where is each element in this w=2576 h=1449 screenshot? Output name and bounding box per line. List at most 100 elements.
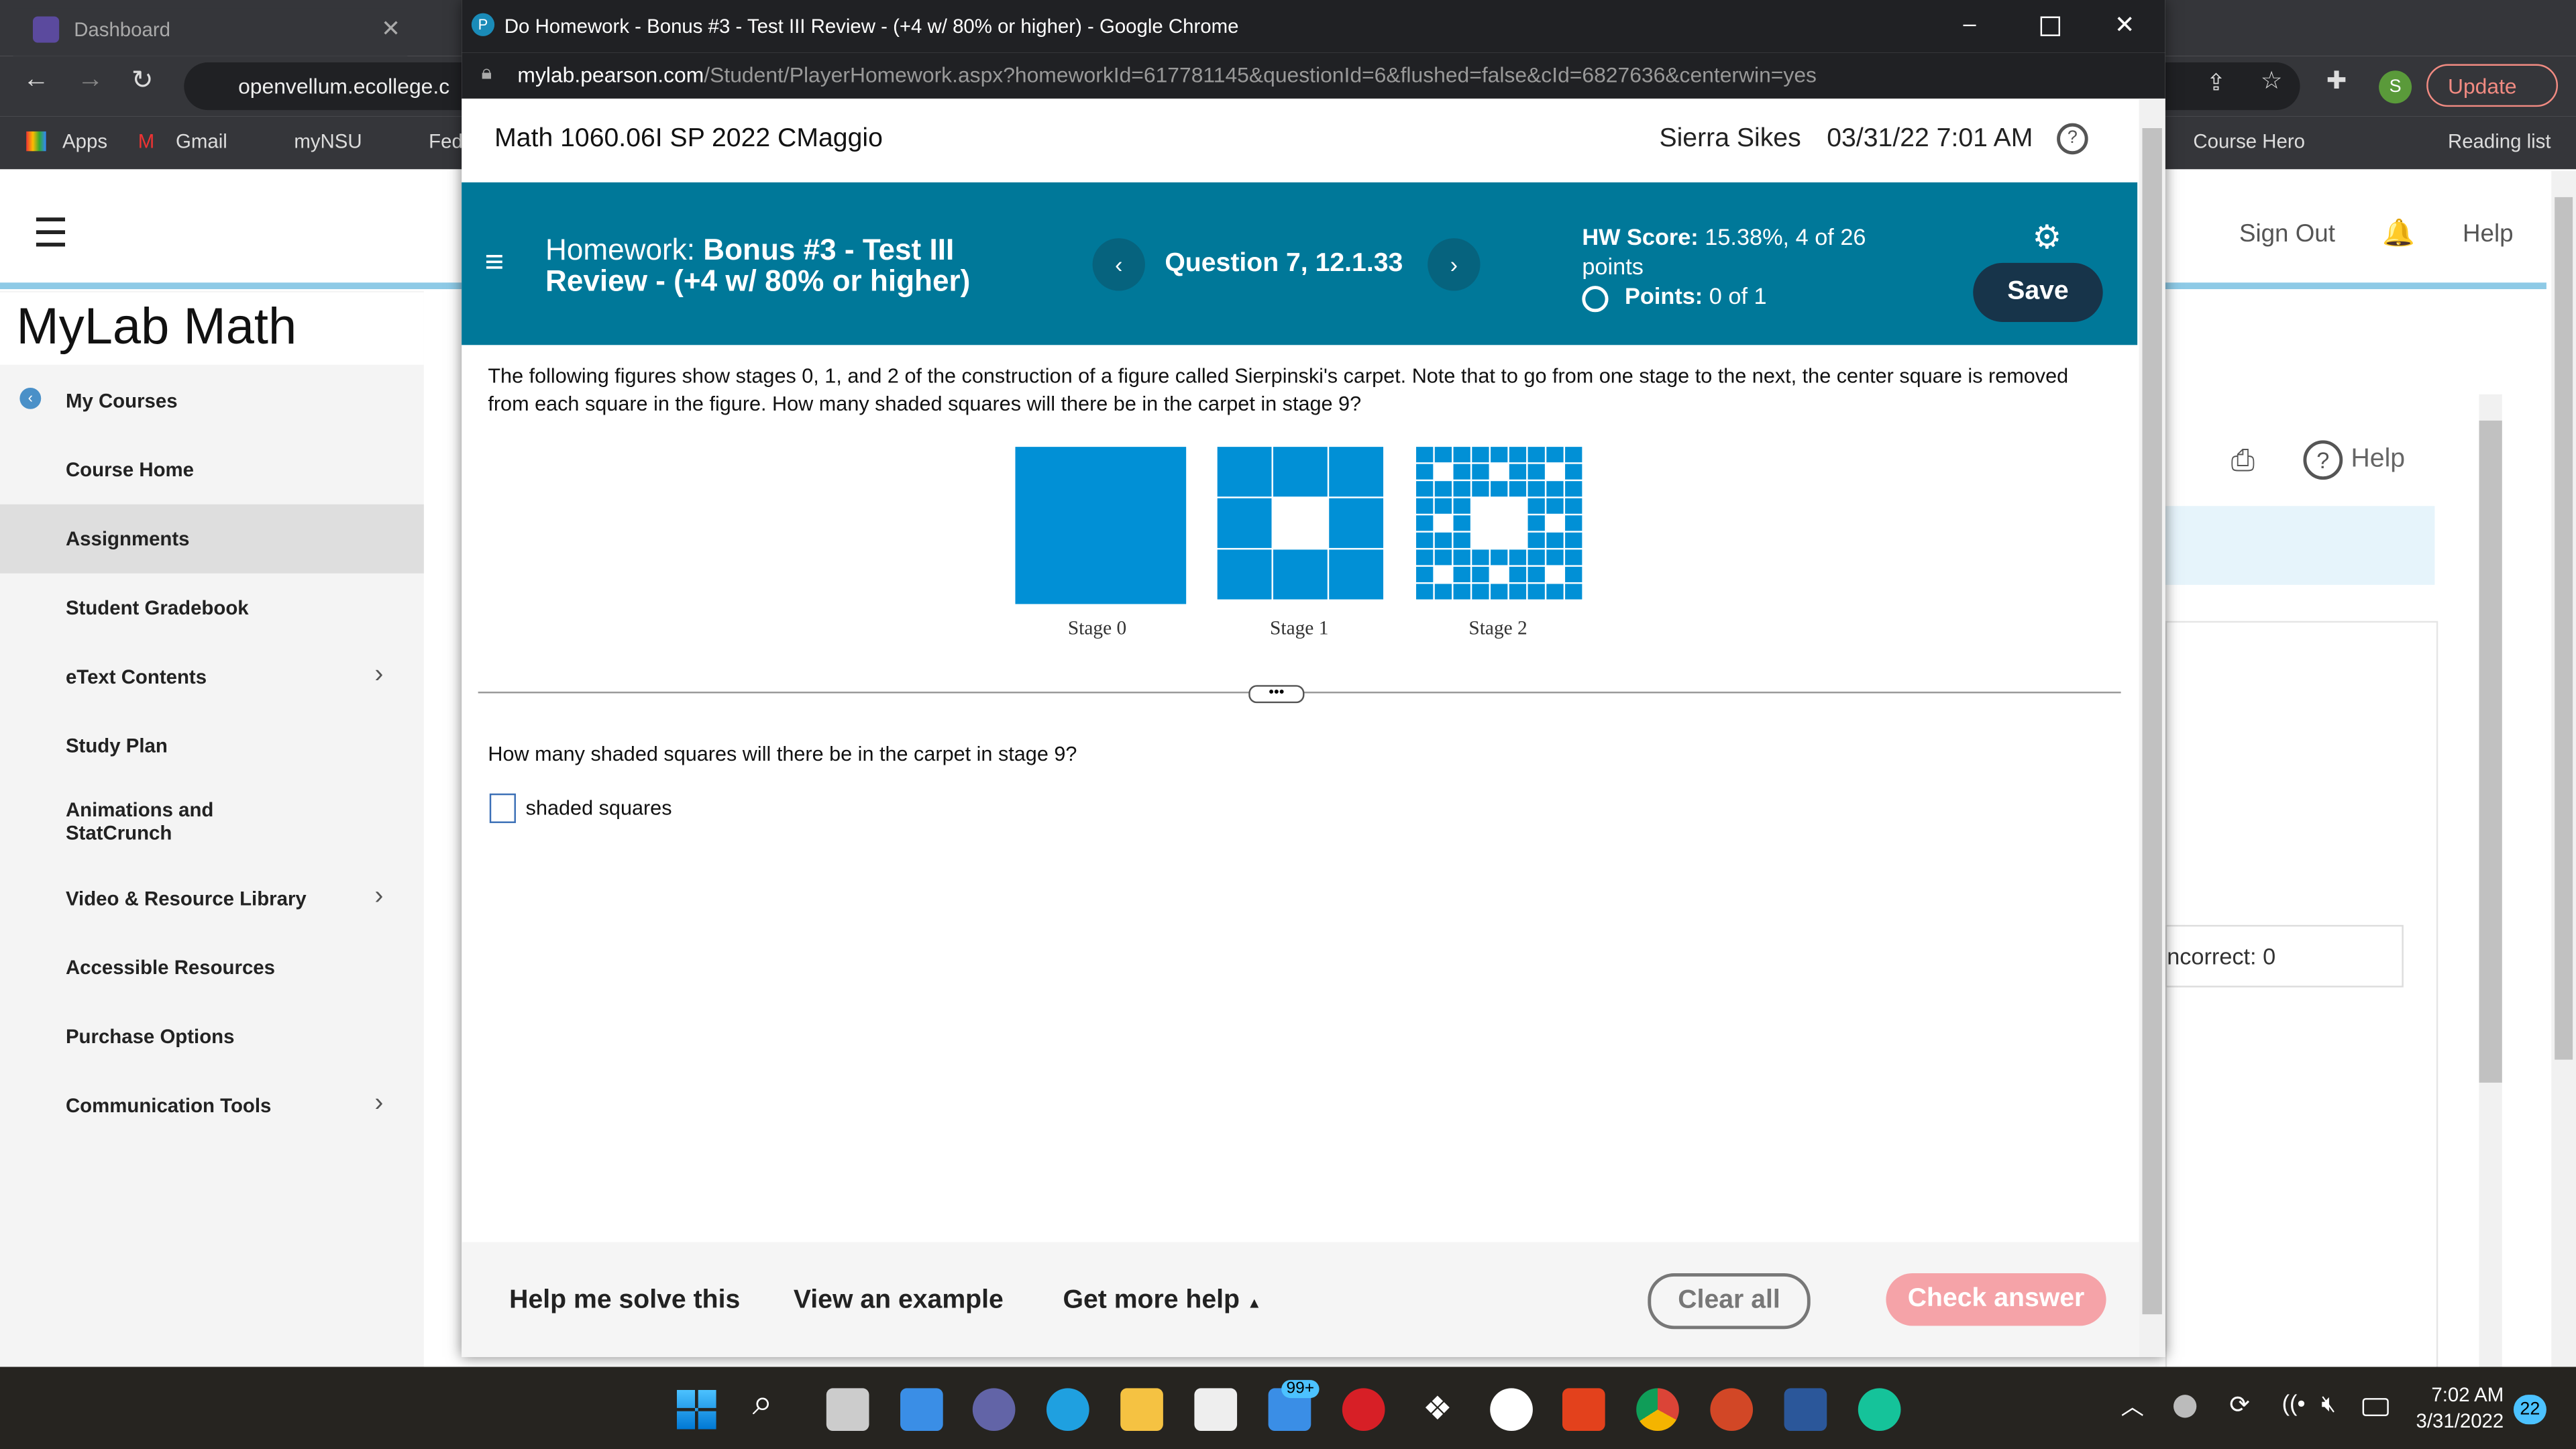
sidebar-item-purchase[interactable]: Purchase Options xyxy=(66,1025,235,1048)
back-circle-icon: ‹ xyxy=(19,387,42,409)
stage-2-square xyxy=(1453,584,1470,600)
search-icon[interactable]: ⌕ xyxy=(753,1382,773,1425)
back-icon[interactable]: ← xyxy=(23,66,49,95)
stage-2-square xyxy=(1416,498,1434,514)
chrome-icon[interactable] xyxy=(1636,1388,1679,1432)
view-example-button[interactable]: View an example xyxy=(794,1287,1004,1316)
battery-icon[interactable] xyxy=(2362,1398,2389,1417)
bell-icon[interactable]: 🔔 xyxy=(2382,217,2415,250)
sidebar-item-my-courses[interactable]: My Courses xyxy=(66,389,178,412)
print-icon[interactable]: ⎙ xyxy=(2231,443,2255,478)
sidebar-item-communication[interactable]: Communication Tools xyxy=(66,1094,271,1117)
page-scrollbar[interactable] xyxy=(2479,394,2502,1367)
bookmark-fed[interactable]: Fed xyxy=(429,129,463,152)
help-me-solve-button[interactable]: Help me solve this xyxy=(509,1287,740,1316)
footer-bar: Help me solve this View an example Get m… xyxy=(462,1242,2139,1357)
stage-2-square xyxy=(1565,447,1582,463)
clock-date[interactable]: 3/31/2022 xyxy=(2399,1409,2504,1432)
update-button[interactable]: Update xyxy=(2426,64,2559,107)
problem-text: The following figures show stages 0, 1, … xyxy=(488,364,2069,416)
hamburger-menu-icon[interactable]: ☰ xyxy=(33,210,68,258)
stage-2-square xyxy=(1453,566,1470,582)
dropbox-icon[interactable]: ❖ xyxy=(1416,1388,1459,1431)
edge-icon[interactable] xyxy=(1046,1388,1089,1432)
file-explorer-icon[interactable] xyxy=(1120,1388,1163,1432)
maximize-button[interactable] xyxy=(2040,16,2061,36)
stage-2-square xyxy=(1416,549,1434,566)
stage-2-square xyxy=(1546,584,1564,600)
stage-2-square xyxy=(1546,549,1564,566)
store-icon[interactable] xyxy=(1194,1388,1238,1432)
clear-all-button[interactable]: Clear all xyxy=(1648,1273,1811,1330)
resize-handle[interactable]: ••• xyxy=(1248,684,1305,704)
onedrive-error-icon[interactable] xyxy=(2174,1395,2197,1418)
sync-icon[interactable]: ⟳ xyxy=(2229,1390,2250,1419)
check-answer-button[interactable]: Check answer xyxy=(1886,1273,2106,1326)
stage-2-square xyxy=(1565,566,1582,582)
grammarly-icon[interactable] xyxy=(1858,1388,1901,1432)
stage-2-square xyxy=(1491,447,1508,463)
settings-gear-icon[interactable]: ⚙ xyxy=(2032,217,2061,258)
notification-badge[interactable]: 22 xyxy=(2513,1395,2546,1425)
reload-icon[interactable]: ↻ xyxy=(131,64,154,97)
forward-icon[interactable]: → xyxy=(77,66,103,95)
sidebar: ‹ My Courses Course Home Assignments Stu… xyxy=(0,290,424,1367)
help-icon[interactable]: ? xyxy=(2057,123,2088,155)
bookmark-gmail[interactable]: Gmail xyxy=(176,129,227,152)
office-icon[interactable] xyxy=(1562,1388,1605,1432)
help-button[interactable]: Help xyxy=(2351,445,2405,475)
address-bar[interactable]: openvellum.ecollege.c xyxy=(184,62,496,111)
menu-icon[interactable]: ≡ xyxy=(484,245,504,282)
answer-input[interactable] xyxy=(489,793,516,823)
stage-2-square xyxy=(1527,498,1545,514)
bookmark-apps[interactable]: Apps xyxy=(62,129,107,152)
bookmark-course-hero[interactable]: Course Hero xyxy=(2193,129,2305,152)
speaker-muted-icon[interactable]: 🔇︎ xyxy=(2321,1390,2336,1418)
help-link[interactable]: Help xyxy=(2463,220,2514,248)
extensions-icon[interactable]: ✚ xyxy=(2326,66,2347,95)
popup-url-bar[interactable]: 🔒︎ mylab.pearson.com/Student/PlayerHomew… xyxy=(462,52,2165,99)
close-window-button[interactable]: ✕ xyxy=(2114,10,2135,40)
start-icon[interactable] xyxy=(676,1389,716,1430)
stage-2-square xyxy=(1453,532,1470,548)
stage-1-square xyxy=(1273,447,1328,497)
clock-time[interactable]: 7:02 AM xyxy=(2415,1383,2504,1406)
homework-title: Homework: Bonus #3 - Test III Review - (… xyxy=(545,233,971,298)
sidebar-item-etext[interactable]: eText Contents xyxy=(66,665,207,688)
popup-scrollbar[interactable] xyxy=(2139,98,2165,1357)
word-icon[interactable] xyxy=(1784,1388,1827,1432)
sidebar-item-animations[interactable]: Animations and StatCrunch xyxy=(66,798,263,845)
minimize-button[interactable]: – xyxy=(1964,10,1976,36)
sidebar-item-course-home[interactable]: Course Home xyxy=(66,458,194,481)
profile-avatar[interactable]: S xyxy=(2379,70,2412,104)
sidebar-item-video-library[interactable]: Video & Resource Library xyxy=(66,887,307,910)
sidebar-item-gradebook[interactable]: Student Gradebook xyxy=(66,596,249,619)
close-tab-icon[interactable]: ✕ xyxy=(381,15,400,43)
bookmark-mynsu[interactable]: myNSU xyxy=(294,129,362,152)
star-icon[interactable]: ☆ xyxy=(2261,66,2283,95)
tab-dashboard[interactable]: Dashboard ✕ xyxy=(13,8,408,56)
window-scrollbar[interactable] xyxy=(2551,170,2576,1367)
previous-question-button[interactable]: ‹ xyxy=(1092,238,1145,291)
tray-chevron-icon[interactable]: ︿ xyxy=(2121,1390,2144,1423)
stage-2-square xyxy=(1453,464,1470,480)
task-view-icon[interactable] xyxy=(826,1388,869,1432)
share-icon[interactable]: ⇪ xyxy=(2206,69,2226,97)
powerpoint-icon[interactable] xyxy=(1710,1388,1754,1432)
stage-2-square xyxy=(1416,447,1434,463)
get-more-help-button[interactable]: Get more help ▲ xyxy=(1063,1287,1261,1316)
sidebar-item-assignments[interactable]: Assignments xyxy=(66,527,190,550)
widgets-icon[interactable] xyxy=(900,1388,943,1432)
sierpinski-figures xyxy=(1015,447,1582,604)
save-button[interactable]: Save xyxy=(1973,262,2103,323)
teams-icon[interactable] xyxy=(972,1388,1016,1432)
sidebar-item-accessible[interactable]: Accessible Resources xyxy=(66,956,275,979)
next-question-button[interactable]: › xyxy=(1428,238,1481,291)
sign-out-link[interactable]: Sign Out xyxy=(2239,220,2335,248)
app-icon[interactable] xyxy=(1490,1388,1533,1432)
mylab-math-logo: MyLab Math xyxy=(16,297,297,355)
expressvpn-icon[interactable] xyxy=(1342,1388,1385,1432)
sidebar-item-study-plan[interactable]: Study Plan xyxy=(66,735,168,757)
wifi-icon[interactable]: ((• xyxy=(2282,1390,2306,1416)
reading-list[interactable]: Reading list xyxy=(2448,129,2551,152)
